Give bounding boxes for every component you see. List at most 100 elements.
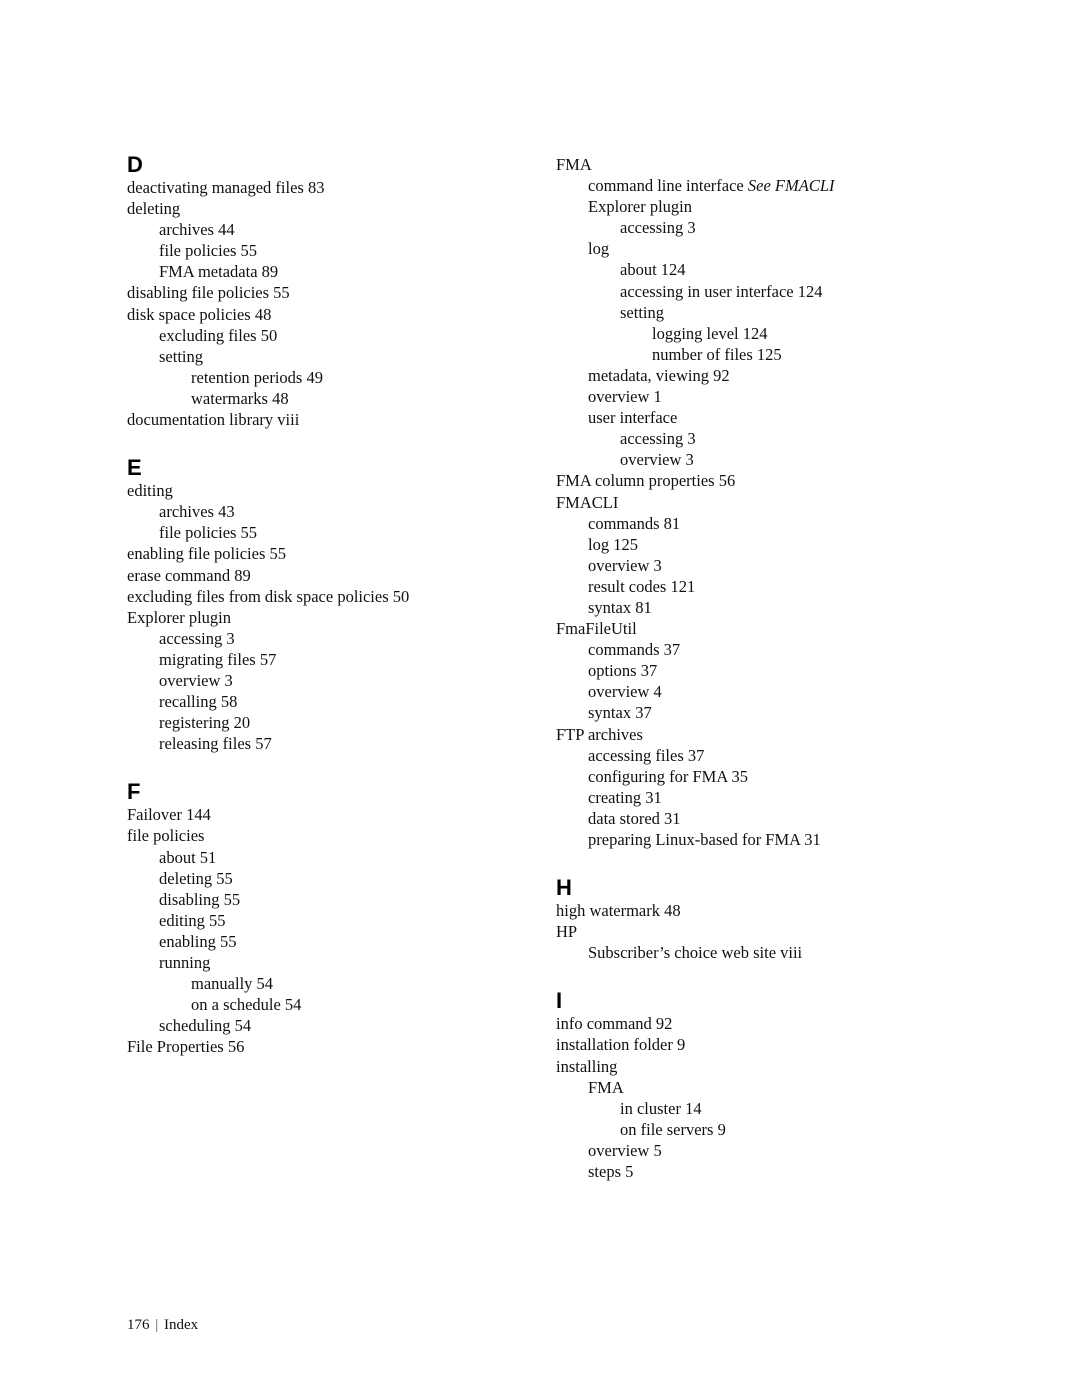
- index-subentry: commands 81: [556, 513, 976, 534]
- entry-text: log 125: [588, 534, 638, 554]
- index-subentry: FMA metadata 89: [127, 261, 527, 282]
- entry-text: commands 37: [588, 640, 681, 660]
- entry-text: steps 5: [588, 1162, 634, 1182]
- entry-text: deleting: [127, 199, 181, 219]
- index-subentry: number of files 125: [556, 344, 976, 365]
- entry-text: Subscriber’s choice web site viii: [588, 943, 803, 963]
- index-subentry: excluding files 50: [127, 325, 527, 346]
- index-subentry: file policies 55: [127, 240, 527, 261]
- entry-text: number of files 125: [652, 344, 782, 364]
- entry-text: excluding files from disk space policies…: [127, 586, 410, 606]
- index-section-f: F Failover 144 file policies about 51 deleti…: [127, 780, 527, 1057]
- entry-text: installing: [556, 1056, 618, 1076]
- entry-text: log: [588, 239, 610, 259]
- entry-text: syntax 81: [588, 597, 652, 617]
- entry-text: registering 20: [159, 713, 251, 733]
- index-subentry: commands 37: [556, 639, 976, 660]
- index-subentry: watermarks 48: [127, 388, 527, 409]
- index-entry: installation folder 9: [556, 1034, 976, 1055]
- entry-text: creating 31: [588, 787, 662, 807]
- index-subentry: releasing files 57: [127, 733, 527, 754]
- entry-text: options 37: [588, 661, 658, 681]
- entry-text: Failover 144: [127, 805, 211, 825]
- entry-text: HP: [556, 922, 578, 942]
- entry-text: FTP archives: [556, 724, 643, 744]
- index-column-right: FMA command line interface See FMACLI Expl…: [556, 154, 976, 1182]
- index-entry: FmaFileUtil: [556, 618, 976, 639]
- entry-text: user interface: [588, 408, 678, 428]
- entry-text: erase command 89: [127, 565, 251, 585]
- entry-text: Explorer plugin: [127, 607, 232, 627]
- entry-text: metadata, viewing 92: [588, 365, 730, 385]
- entry-text: retention periods 49: [191, 367, 323, 387]
- entry-text: setting: [620, 302, 664, 322]
- index-column-left: Ddeactivating managed files 83 deleting ar…: [127, 153, 527, 1057]
- index-subentry: accessing files 37: [556, 745, 976, 766]
- entry-text: FMA metadata 89: [159, 262, 279, 282]
- entry-text: setting: [159, 346, 203, 366]
- index-entry: Failover 144: [127, 804, 527, 825]
- index-subentry: accessing in user interface 124: [556, 281, 976, 302]
- index-subentry: manually 54: [127, 973, 527, 994]
- index-subentry: accessing 3: [127, 628, 527, 649]
- entry-text: overview 5: [588, 1140, 662, 1160]
- index-entry: enabling file policies 55: [127, 543, 527, 564]
- index-entry: FMACLI: [556, 492, 976, 513]
- index-subentry: overview 1: [556, 386, 976, 407]
- index-entry: excluding files from disk space policies…: [127, 586, 527, 607]
- index-entry: File Properties 56: [127, 1036, 527, 1057]
- index-entry: deleting: [127, 198, 527, 219]
- entry-text: FMA: [556, 155, 592, 174]
- entry-text: file policies 55: [159, 241, 258, 261]
- entry-text: Explorer plugin: [588, 197, 693, 217]
- section-title: Index: [164, 1317, 199, 1333]
- entry-text: about 124: [620, 260, 686, 280]
- index-entry: FMA: [556, 154, 976, 175]
- entry-text: scheduling 54: [159, 1016, 252, 1036]
- index-subentry: syntax 37: [556, 702, 976, 723]
- entry-text: on a schedule 54: [191, 995, 302, 1015]
- entry-text: installation folder 9: [556, 1035, 686, 1055]
- index-entry: erase command 89: [127, 565, 527, 586]
- index-subentry: retention periods 49: [127, 367, 527, 388]
- entry-text: file policies 55: [159, 523, 258, 543]
- entry-text: commands 81: [588, 513, 681, 533]
- index-subentry: log 125: [556, 534, 976, 555]
- page-number: 176: [127, 1317, 150, 1333]
- index-section-continued: FMA command line interface See FMACLI Expl…: [556, 154, 976, 850]
- index-section-e: Eediting archives 43 file policies 55 enabl…: [127, 456, 527, 754]
- index-subentry: metadata, viewing 92: [556, 365, 976, 386]
- index-entry: Explorer plugin: [127, 607, 527, 628]
- index-subentry: registering 20: [127, 712, 527, 733]
- index-entry: deactivating managed files 83: [127, 177, 527, 198]
- index-entry: installing: [556, 1056, 976, 1077]
- entry-text: migrating files 57: [159, 649, 277, 669]
- index-subentry: overview 3: [556, 555, 976, 576]
- entry-text: archives 43: [159, 502, 235, 522]
- page-footer: 176 | Index: [127, 1316, 198, 1334]
- section-letter-heading: E: [127, 455, 142, 481]
- index-entry: FMA column properties 56: [556, 470, 976, 491]
- entry-text: logging level 124: [652, 323, 768, 343]
- index-entry: documentation library viii: [127, 409, 527, 430]
- footer-separator: |: [155, 1317, 159, 1333]
- section-letter-heading: H: [556, 875, 572, 901]
- entry-text: enabling file policies 55: [127, 544, 286, 564]
- index-subentry: archives 44: [127, 219, 527, 240]
- index-subentry: about 51: [127, 847, 527, 868]
- index-entry: editing: [127, 480, 527, 501]
- index-subentry: disabling 55: [127, 889, 527, 910]
- index-entry: file policies: [127, 825, 527, 846]
- index-subentry: archives 43: [127, 501, 527, 522]
- index-entry: high watermark 48: [556, 900, 976, 921]
- index-subentry: running: [127, 952, 527, 973]
- index-subentry: FMA: [556, 1077, 976, 1098]
- see-reference: See FMACLI: [747, 176, 835, 196]
- index-subentry: syntax 81: [556, 597, 976, 618]
- entry-text: releasing files 57: [159, 734, 272, 754]
- index-subentry: user interface: [556, 407, 976, 428]
- index-entry: FTP archives: [556, 724, 976, 745]
- index-subentry: command line interface See FMACLI: [556, 175, 976, 196]
- index-subentry: accessing 3: [556, 428, 976, 449]
